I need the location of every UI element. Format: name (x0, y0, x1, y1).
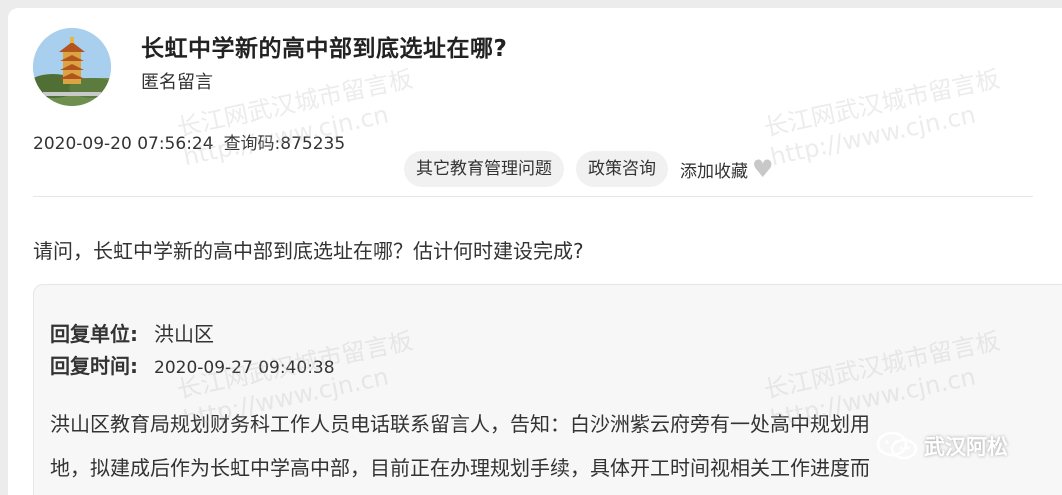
reply-unit-row: 回复单位: 洪山区 (50, 318, 214, 347)
post-meta: 2020-09-20 07:56:24 查询码:875235 (33, 129, 345, 154)
divider (33, 196, 1033, 197)
heart-icon[interactable]: ♥ (752, 157, 774, 181)
reply-unit-label: 回复单位: (50, 322, 138, 346)
question-text: 请问，长虹中学新的高中部到底选址在哪？估计何时建设完成? (33, 239, 584, 263)
tag-bar: 其它教育管理问题 政策咨询 添加收藏 ♥ (404, 151, 774, 187)
add-favorite-label: 添加收藏 (680, 161, 748, 182)
author-name: 匿名留言 (141, 72, 213, 93)
wechat-icon (876, 431, 918, 460)
reply-time-label: 回复时间: (50, 354, 138, 378)
tag-category[interactable]: 其它教育管理问题 (404, 151, 564, 187)
query-code-label: 查询码: (223, 134, 281, 154)
avatar (33, 28, 111, 106)
tag-type[interactable]: 政策咨询 (576, 151, 668, 187)
add-favorite-button[interactable]: 添加收藏 ♥ (680, 157, 774, 182)
yellow-crane-tower-image (33, 28, 111, 106)
reply-time-row: 回复时间: 2020-09-27 09:40:38 (50, 350, 335, 379)
reply-unit-value: 洪山区 (154, 322, 214, 346)
brand-badge: 武汉阿松 (876, 428, 1008, 464)
query-code-value: 875235 (280, 134, 346, 154)
reply-time-value: 2020-09-27 09:40:38 (154, 358, 335, 378)
brand-name: 武汉阿松 (924, 435, 1008, 459)
page-title: 长虹中学新的高中部到底选址在哪? (141, 36, 508, 62)
post-datetime: 2020-09-20 07:56:24 (33, 134, 214, 154)
